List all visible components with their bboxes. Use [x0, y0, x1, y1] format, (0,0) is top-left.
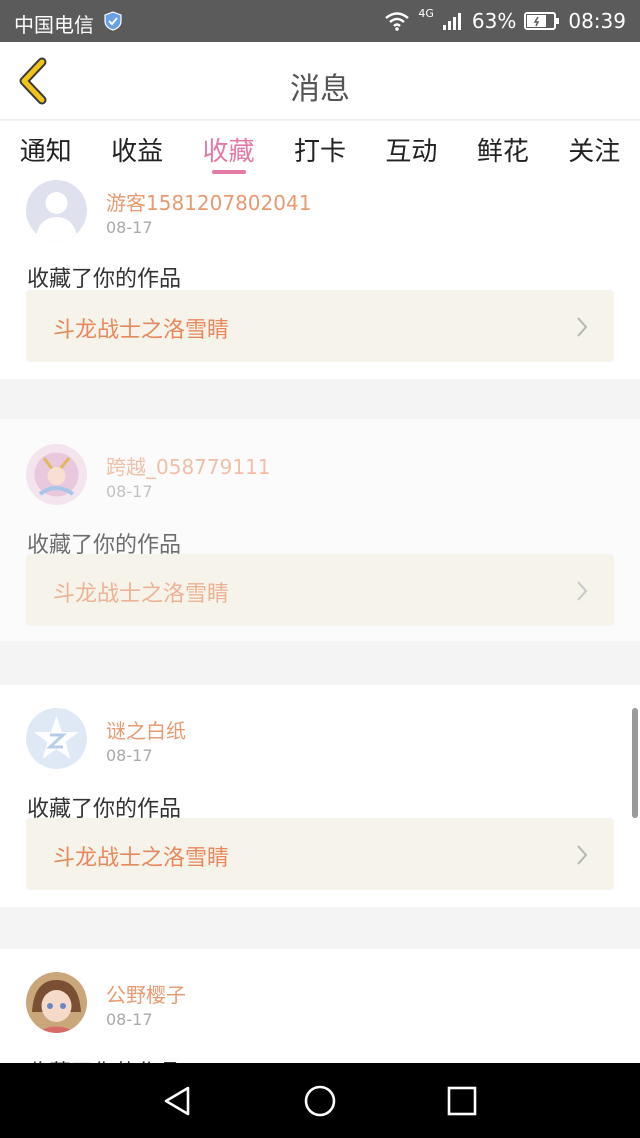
date: 08-17	[106, 1010, 153, 1029]
chevron-right-icon	[577, 845, 588, 865]
tab-interaction[interactable]: 互动	[366, 121, 457, 177]
avatar[interactable]	[26, 444, 87, 505]
list-item: 谜之白纸 08-17 收藏了你的作品 斗龙战士之洛雪睛	[0, 685, 640, 907]
avatar[interactable]	[26, 180, 87, 241]
recent-apps-icon[interactable]	[444, 1083, 480, 1119]
list-item: 游客1581207802041 08-17 收藏了你的作品 斗龙战士之洛雪睛	[0, 177, 640, 379]
home-circle-icon[interactable]	[302, 1083, 338, 1119]
header: 消息	[0, 42, 640, 120]
battery-icon	[524, 12, 560, 30]
shield-icon	[104, 11, 122, 31]
default-avatar-icon	[26, 180, 87, 241]
scrollbar[interactable]	[632, 708, 638, 818]
user-name[interactable]: 跨越_058779111	[106, 451, 271, 480]
user-name[interactable]: 公野樱子	[106, 979, 186, 1008]
work-link[interactable]: 斗龙战士之洛雪睛	[26, 554, 614, 626]
list-item: 公野樱子 08-17 收藏了你的作品	[0, 949, 640, 1063]
user-name[interactable]: 游客1581207802041	[106, 187, 311, 216]
date: 08-17	[106, 218, 153, 237]
tab-flowers[interactable]: 鲜花	[457, 121, 548, 177]
work-link[interactable]: 斗龙战士之洛雪睛	[26, 818, 614, 890]
message-list[interactable]: 游客1581207802041 08-17 收藏了你的作品 斗龙战士之洛雪睛 跨…	[0, 177, 640, 1063]
avatar[interactable]	[26, 708, 87, 769]
message-text: 收藏了你的作品	[27, 267, 182, 292]
message-text: 收藏了你的作品	[27, 1055, 181, 1063]
battery-percent: 63%	[471, 9, 517, 33]
work-title: 斗龙战士之洛雪睛	[53, 582, 230, 607]
tab-notifications[interactable]: 通知	[0, 121, 91, 177]
tab-earnings[interactable]: 收益	[91, 121, 182, 177]
back-triangle-icon[interactable]	[160, 1083, 196, 1119]
wifi-icon	[385, 12, 410, 31]
status-right: 4G 63% 08:39	[384, 6, 626, 33]
date: 08-17	[106, 746, 153, 765]
app-screen: 中国电信 4G 63% 08:39 消息 通知 收益 收藏 打卡 互动 鲜花 关…	[0, 0, 640, 1138]
page-title: 消息	[290, 72, 350, 107]
tab-bar: 通知 收益 收藏 打卡 互动 鲜花 关注	[0, 121, 640, 177]
star-avatar-icon	[26, 708, 87, 769]
tab-follow[interactable]: 关注	[549, 121, 640, 177]
avatar[interactable]	[26, 972, 87, 1033]
anime-girl-avatar-icon	[26, 972, 87, 1033]
anime-avatar-icon	[26, 444, 87, 505]
tab-checkin[interactable]: 打卡	[274, 121, 365, 177]
chevron-right-icon	[577, 581, 588, 601]
status-bar: 中国电信 4G 63% 08:39	[0, 0, 640, 42]
work-title: 斗龙战士之洛雪睛	[53, 846, 230, 871]
network-type: 4G	[418, 6, 434, 20]
carrier-name: 中国电信	[14, 13, 94, 37]
tab-favorites[interactable]: 收藏	[183, 121, 274, 177]
list-item: 跨越_058779111 08-17 收藏了你的作品 斗龙战士之洛雪睛	[0, 419, 640, 641]
user-name[interactable]: 谜之白纸	[106, 715, 186, 744]
chevron-right-icon	[577, 317, 588, 337]
work-title: 斗龙战士之洛雪睛	[53, 318, 230, 343]
clock: 08:39	[568, 9, 626, 33]
signal-icon	[442, 13, 461, 30]
work-link[interactable]: 斗龙战士之洛雪睛	[26, 290, 614, 362]
date: 08-17	[106, 482, 153, 501]
system-nav-bar	[0, 1063, 640, 1138]
